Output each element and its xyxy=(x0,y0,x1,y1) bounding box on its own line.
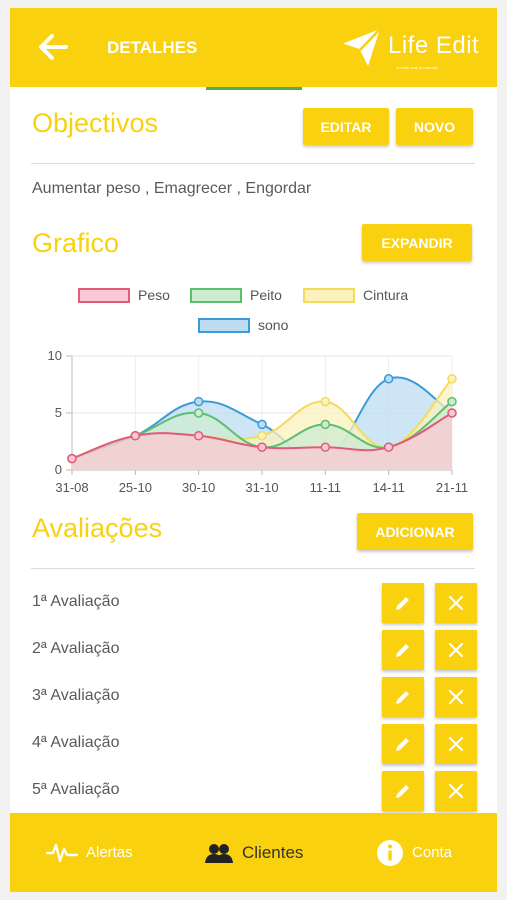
evaluation-row: 4ª Avaliação xyxy=(32,724,477,764)
data-point-sono xyxy=(383,374,394,384)
app-logo: Life Edit a better way to manage xyxy=(340,26,490,76)
back-arrow-icon[interactable] xyxy=(36,32,70,62)
data-point-peso xyxy=(193,431,204,441)
legend-item-sono[interactable]: sono xyxy=(198,316,288,334)
data-point-peso xyxy=(447,408,457,418)
page-title: DETALHES xyxy=(107,38,198,57)
info-icon xyxy=(377,839,403,866)
edit-evaluation-button[interactable] xyxy=(382,771,424,811)
legend-label: Peso xyxy=(138,287,170,303)
close-icon xyxy=(448,642,464,658)
legend-label: Peito xyxy=(250,287,282,303)
pencil-icon xyxy=(396,738,409,751)
evaluation-row: 2ª Avaliação xyxy=(32,630,477,670)
evaluation-label: 1ª Avaliação xyxy=(32,593,120,610)
data-point-cintura xyxy=(257,431,267,441)
app-frame: DETALHES Life Edit a better way to manag… xyxy=(10,8,497,892)
close-icon xyxy=(448,689,464,705)
edit-objectives-button[interactable]: EDITAR xyxy=(303,108,389,145)
y-tick-label: 5 xyxy=(55,405,62,420)
legend-swatch xyxy=(190,287,242,303)
legend-item-peito[interactable]: Peito xyxy=(190,286,282,304)
data-point-peito xyxy=(447,396,457,407)
nav-label: Alertas xyxy=(86,844,133,861)
divider xyxy=(31,163,475,164)
delete-evaluation-button[interactable] xyxy=(435,771,477,811)
y-tick-label: 10 xyxy=(48,348,62,363)
edit-evaluation-button[interactable] xyxy=(382,677,424,717)
measurements-chart: 0 5 10 31-08 25-10 30-10 31-10 11-11 14-11 21-11 xyxy=(48,348,469,495)
delete-evaluation-button[interactable] xyxy=(435,677,477,717)
delete-evaluation-button[interactable] xyxy=(435,630,477,670)
legend-swatch xyxy=(78,287,130,303)
legend-item-peso[interactable]: Peso xyxy=(78,286,170,304)
close-icon xyxy=(448,736,464,752)
users-icon xyxy=(205,843,233,863)
pencil-icon xyxy=(396,644,409,657)
data-point-cintura xyxy=(447,374,457,384)
x-tick-label: 25-10 xyxy=(119,480,152,495)
edit-evaluation-button[interactable] xyxy=(382,583,424,623)
heartbeat-icon xyxy=(46,843,78,862)
divider xyxy=(31,568,475,569)
x-tick-label: 14-11 xyxy=(373,480,405,495)
pencil-icon xyxy=(396,785,409,798)
x-tick-label: 31-10 xyxy=(245,480,278,495)
x-tick-label: 30-10 xyxy=(182,480,215,495)
paper-plane-icon xyxy=(341,28,381,66)
pencil-icon xyxy=(396,691,409,704)
close-icon xyxy=(448,595,464,611)
objectives-text: Aumentar peso , Emagrecer , Engordar xyxy=(32,180,312,197)
data-point-peito xyxy=(193,408,204,418)
active-tab-indicator xyxy=(206,87,302,90)
evaluation-label: 2ª Avaliação xyxy=(32,640,120,657)
data-point-peso xyxy=(130,431,141,441)
close-icon xyxy=(448,783,464,799)
delete-evaluation-button[interactable] xyxy=(435,583,477,623)
add-evaluation-button[interactable]: ADICIONAR xyxy=(357,513,473,550)
legend-swatch xyxy=(198,317,250,333)
nav-label: Conta xyxy=(412,844,453,861)
data-point-cintura xyxy=(320,396,331,407)
legend-label: sono xyxy=(258,317,289,333)
delete-evaluation-button[interactable] xyxy=(435,724,477,764)
evaluation-row: 5ª Avaliação xyxy=(32,771,477,811)
y-tick-label: 0 xyxy=(55,462,62,477)
evaluation-label: 3ª Avaliação xyxy=(32,687,120,704)
pencil-icon xyxy=(396,597,409,610)
objectives-title: Objectivos xyxy=(32,108,159,138)
nav-item-alertas[interactable]: Alertas xyxy=(46,813,133,892)
logo-text: Life Edit xyxy=(388,32,480,59)
x-tick-label: 11-11 xyxy=(310,480,341,495)
data-point-peso xyxy=(320,442,331,452)
bottom-navigation: Alertas Clientes Conta xyxy=(10,813,497,892)
evaluation-label: 5ª Avaliação xyxy=(32,781,120,798)
nav-item-conta[interactable]: Conta xyxy=(376,813,452,892)
data-point-sono xyxy=(193,396,204,407)
data-point-peso xyxy=(383,442,394,452)
legend-label: Cintura xyxy=(363,287,409,303)
nav-label: Clientes xyxy=(242,842,304,862)
data-point-peso xyxy=(67,453,77,464)
nav-item-clientes[interactable]: Clientes xyxy=(204,813,303,892)
legend-swatch xyxy=(303,287,355,303)
edit-evaluation-button[interactable] xyxy=(382,724,424,764)
data-point-peito xyxy=(320,419,331,430)
x-tick-label: 31-08 xyxy=(55,480,88,495)
data-point-peso xyxy=(257,442,267,452)
top-app-bar: DETALHES Life Edit a better way to manag… xyxy=(10,8,497,87)
x-tick-label: 21-11 xyxy=(436,480,468,495)
new-objective-button[interactable]: NOVO xyxy=(396,108,473,145)
logo-tagline: a better way to manage xyxy=(396,65,438,70)
evaluation-label: 4ª Avaliação xyxy=(32,734,120,751)
evaluation-row: 1ª Avaliação xyxy=(32,583,477,623)
edit-evaluation-button[interactable] xyxy=(382,630,424,670)
chart-section-title: Grafico xyxy=(32,228,120,258)
legend-item-cintura[interactable]: Cintura xyxy=(303,286,408,304)
evaluations-title: Avaliações xyxy=(32,513,163,543)
evaluation-row: 3ª Avaliação xyxy=(32,677,477,717)
data-point-sono xyxy=(257,419,267,430)
expand-chart-button[interactable]: EXPANDIR xyxy=(362,224,472,261)
